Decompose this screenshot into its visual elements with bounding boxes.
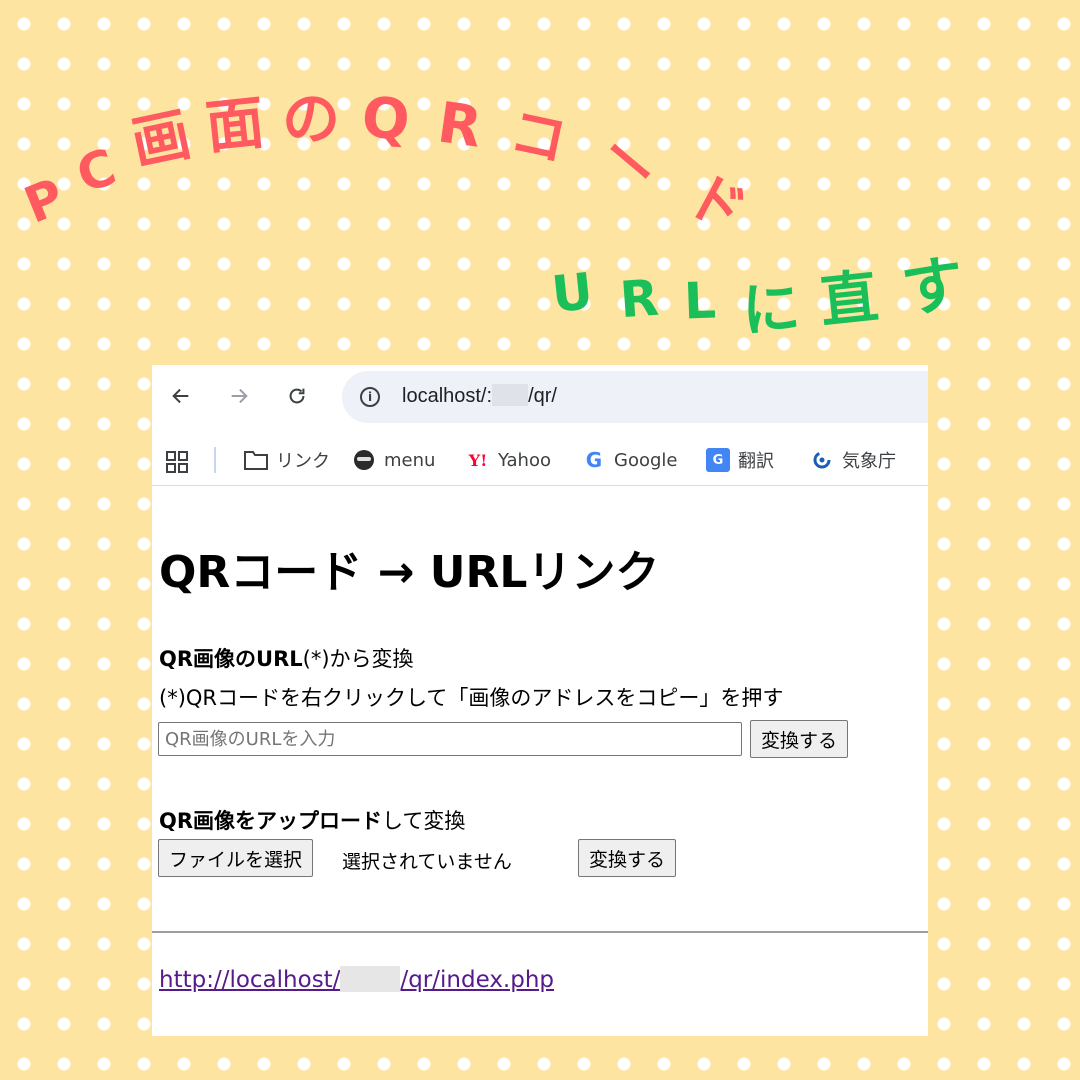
address-bar-url: localhost/: /qr/ <box>402 384 557 408</box>
forward-button[interactable] <box>222 379 256 413</box>
horizontal-divider <box>152 931 928 933</box>
bookmark-label: menu <box>384 449 436 471</box>
arrow-left-icon <box>172 388 189 404</box>
no-file-selected-text: 選択されていません <box>342 851 512 873</box>
redacted-path <box>340 966 401 992</box>
bookmark-label: 翻訳 <box>738 451 774 472</box>
bookmark-weather[interactable]: 気象庁 <box>810 445 896 475</box>
reload-button[interactable] <box>280 379 314 413</box>
reload-icon <box>289 388 305 404</box>
menu-avatar-icon <box>352 448 376 472</box>
section-upload-title-bold: QR画像をアップロード <box>159 809 383 833</box>
bookmark-label: リンク <box>276 451 330 472</box>
bookmark-folder-link[interactable]: リンク <box>244 445 330 475</box>
section-url-title-rest: (*)から変換 <box>302 647 414 671</box>
site-info-icon[interactable]: i <box>360 387 380 407</box>
page-title: QRコード → URLリンク <box>159 547 660 598</box>
section-upload-title: QR画像をアップロードして変換 <box>159 805 465 835</box>
headline-char: の <box>280 84 342 154</box>
footer-link-prefix: http://localhost/ <box>159 967 341 993</box>
subheadline-char: に <box>739 273 803 345</box>
section-url-title: QR画像のURL(*)から変換 <box>159 643 414 673</box>
subheadline-char: R <box>618 268 661 330</box>
bookmark-yahoo[interactable]: Y! Yahoo <box>466 445 551 475</box>
yahoo-icon: Y! <box>468 450 488 470</box>
headline-char: ド <box>676 161 757 246</box>
bookmark-menu[interactable]: menu <box>352 445 435 475</box>
headline-char: コ <box>503 99 573 176</box>
bookmark-label: Google <box>614 449 678 471</box>
subheadline-char: す <box>897 246 969 327</box>
bookmark-google[interactable]: G Google <box>582 445 678 475</box>
url-suffix: /qr/ <box>528 385 557 407</box>
bookmark-translate[interactable]: G 翻訳 <box>706 445 774 475</box>
section-url-title-bold: QR画像のURL <box>159 647 303 671</box>
arrow-right-icon <box>231 388 248 404</box>
weather-icon <box>810 448 834 472</box>
subheadline-char: U <box>549 262 596 324</box>
headline-char: P <box>16 167 73 235</box>
qr-url-input[interactable] <box>158 722 742 756</box>
browser-toolbar: i localhost/: /qr/ <box>152 365 928 427</box>
folder-icon <box>244 448 268 472</box>
redacted-port <box>492 384 529 406</box>
section-upload-title-rest: して変換 <box>382 809 466 833</box>
google-icon: G <box>585 448 603 472</box>
url-prefix: localhost/: <box>402 385 493 407</box>
address-bar[interactable]: i localhost/: /qr/ <box>342 371 928 423</box>
translate-icon: G <box>706 448 730 472</box>
headline-char: 面 <box>202 88 268 162</box>
convert-upload-button[interactable]: 変換する <box>578 839 677 877</box>
footer-index-link[interactable]: http://localhost/ /qr/index.php <box>159 966 554 993</box>
apps-grid-icon[interactable] <box>166 451 188 473</box>
bookmarks-separator <box>214 447 216 473</box>
browser-window: i localhost/: /qr/ リンク menu Y! Yahoo G Go… <box>152 365 928 1036</box>
headline-char: Q <box>359 85 412 154</box>
section-url-note: (*)QRコードを右クリックして「画像のアドレスをコピー」を押す <box>159 686 784 710</box>
convert-url-button[interactable]: 変換する <box>750 720 849 758</box>
subheadline-char: L <box>682 271 717 331</box>
choose-file-button[interactable]: ファイルを選択 <box>158 839 314 877</box>
headline-char: R <box>433 90 486 161</box>
subheadline-char: 直 <box>816 262 882 336</box>
headline-char: ー <box>585 120 671 207</box>
bookmark-label: 気象庁 <box>842 451 896 472</box>
footer-link-suffix: /qr/index.php <box>400 967 555 993</box>
bookmarks-bar: リンク menu Y! Yahoo G Google G 翻訳 気象庁 <box>152 435 928 486</box>
back-button[interactable] <box>164 379 198 413</box>
headline-char: 画 <box>125 99 197 179</box>
bookmark-label: Yahoo <box>498 449 551 471</box>
headline-char: C <box>69 137 123 205</box>
